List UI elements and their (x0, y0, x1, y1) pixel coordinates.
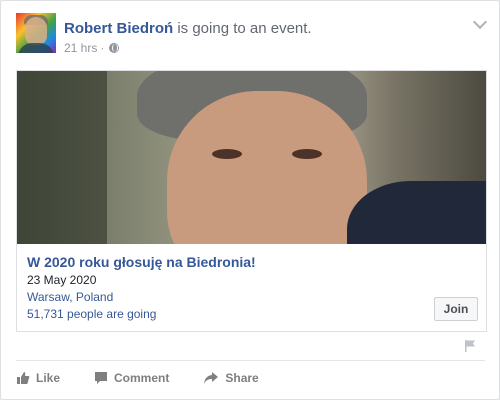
share-label: Share (225, 371, 259, 385)
post-timestamp[interactable]: 21 hrs (64, 41, 97, 55)
cover-eye-right (292, 149, 322, 159)
event-card[interactable]: W 2020 roku głosuję na Biedronia! 23 May… (16, 70, 487, 332)
like-button[interactable]: Like (16, 371, 60, 385)
share-button[interactable]: Share (203, 371, 259, 385)
cover-eye-left (212, 149, 242, 159)
post-actions-bar: Like Comment Share (16, 369, 293, 387)
event-location-link[interactable]: Warsaw, Poland (27, 290, 113, 304)
globe-icon[interactable] (109, 43, 120, 53)
event-date: 23 May 2020 (27, 273, 97, 287)
cover-background (17, 71, 107, 244)
event-going-count-link[interactable]: 51,731 people are going (27, 307, 156, 321)
cover-face (167, 91, 367, 244)
avatar-shoulders (18, 43, 54, 53)
comment-button[interactable]: Comment (94, 371, 169, 385)
author-name-link[interactable]: Robert Biedroń (64, 20, 173, 37)
comment-label: Comment (114, 371, 170, 385)
post-action-text: is going to an event. (177, 20, 312, 37)
event-cover-image[interactable] (17, 71, 486, 244)
actions-divider (16, 360, 485, 361)
avatar-face (25, 17, 47, 45)
post-meta: 21 hrs · (64, 41, 120, 55)
chevron-down-icon[interactable] (472, 14, 488, 30)
event-title-link[interactable]: W 2020 roku głosuję na Biedronia! (27, 254, 256, 270)
post-headline: Robert Biedroń is going to an event. (64, 20, 312, 37)
comment-icon (95, 372, 108, 384)
avatar[interactable] (16, 13, 56, 53)
like-label: Like (36, 371, 61, 385)
thumbs-up-icon (17, 372, 30, 384)
share-icon (204, 372, 219, 384)
meta-separator: · (100, 41, 105, 55)
flag-icon[interactable] (463, 339, 477, 353)
join-button[interactable]: Join (434, 297, 478, 321)
cover-coat (347, 181, 486, 244)
feed-post: Robert Biedroń is going to an event. 21 … (0, 0, 500, 400)
